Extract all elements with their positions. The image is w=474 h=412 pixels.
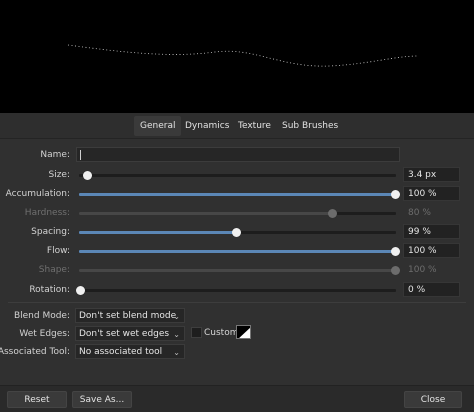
custom-label: Custom — [204, 328, 239, 338]
associated-tool-dropdown[interactable]: No associated tool ⌄ — [75, 344, 185, 359]
flow-slider-knob[interactable] — [391, 247, 400, 256]
accumulation-slider-fill — [79, 193, 395, 196]
hardness-value-field: 80 % — [408, 208, 431, 218]
size-slider-knob[interactable] — [83, 171, 92, 180]
shape-value-field: 100 % — [408, 265, 437, 275]
close-button[interactable]: Close — [404, 391, 462, 408]
rotation-label: Rotation: — [29, 285, 70, 295]
divider — [8, 302, 466, 303]
brush-preview — [0, 0, 474, 113]
rotation-slider-knob[interactable] — [76, 286, 85, 295]
tab-texture[interactable]: Texture — [232, 116, 277, 136]
accumulation-label: Accumulation: — [5, 189, 70, 199]
text-caret — [80, 150, 81, 160]
spacing-value-field[interactable]: 99 % — [403, 224, 460, 239]
wet-edges-profile-swatch[interactable] — [236, 325, 251, 339]
shape-label: Shape: — [38, 265, 70, 275]
blend-mode-value: Don't set blend mode — [79, 311, 177, 321]
associated-tool-label: Associated Tool: — [0, 347, 70, 357]
rotation-slider[interactable] — [76, 286, 396, 295]
hardness-slider-fill — [79, 212, 332, 215]
name-label: Name: — [40, 150, 70, 160]
dialog-footer: Reset Save As... Close — [0, 385, 474, 412]
hardness-slider — [79, 209, 396, 218]
wet-edges-label: Wet Edges: — [19, 329, 70, 339]
wet-edges-dropdown[interactable]: Don't set wet edges ⌄ — [75, 326, 185, 341]
tab-general[interactable]: General — [134, 116, 182, 136]
rotation-value-field[interactable]: 0 % — [403, 282, 460, 297]
tab-bar: General Dynamics Texture Sub Brushes — [0, 113, 474, 139]
custom-checkbox[interactable] — [191, 327, 202, 338]
size-value-field[interactable]: 3.4 px — [403, 167, 460, 182]
flow-value-field[interactable]: 100 % — [403, 243, 460, 258]
hardness-slider-knob — [328, 209, 337, 218]
blend-mode-label: Blend Mode: — [13, 311, 70, 321]
gradient-ramp-icon — [237, 326, 250, 338]
flow-label: Flow: — [46, 246, 70, 256]
wet-edges-value: Don't set wet edges — [79, 329, 170, 339]
name-field[interactable] — [76, 147, 400, 162]
brush-stroke-preview — [67, 44, 419, 67]
shape-slider-knob — [391, 266, 400, 275]
associated-tool-value: No associated tool — [79, 347, 163, 357]
chevron-down-icon: ⌄ — [173, 312, 180, 321]
accumulation-slider[interactable] — [79, 190, 400, 199]
accumulation-slider-knob[interactable] — [391, 190, 400, 199]
tab-sub-brushes[interactable]: Sub Brushes — [276, 116, 344, 136]
accumulation-value-field[interactable]: 100 % — [403, 186, 460, 201]
save-as-button[interactable]: Save As... — [72, 391, 132, 408]
shape-slider — [79, 266, 400, 275]
flow-slider-fill — [79, 250, 395, 253]
spacing-label: Spacing: — [31, 227, 70, 237]
chevron-down-icon: ⌄ — [173, 330, 180, 339]
reset-button[interactable]: Reset — [7, 391, 67, 408]
size-slider[interactable] — [79, 171, 396, 180]
spacing-slider[interactable] — [79, 228, 396, 237]
chevron-down-icon: ⌄ — [173, 348, 180, 357]
tab-dynamics[interactable]: Dynamics — [179, 116, 235, 136]
spacing-slider-fill — [79, 231, 236, 234]
hardness-label: Hardness: — [24, 208, 70, 218]
blend-mode-dropdown[interactable]: Don't set blend mode ⌄ — [75, 308, 185, 323]
spacing-slider-knob[interactable] — [232, 228, 241, 237]
flow-slider[interactable] — [79, 247, 400, 256]
shape-slider-fill — [79, 269, 395, 272]
size-label: Size: — [48, 170, 70, 180]
